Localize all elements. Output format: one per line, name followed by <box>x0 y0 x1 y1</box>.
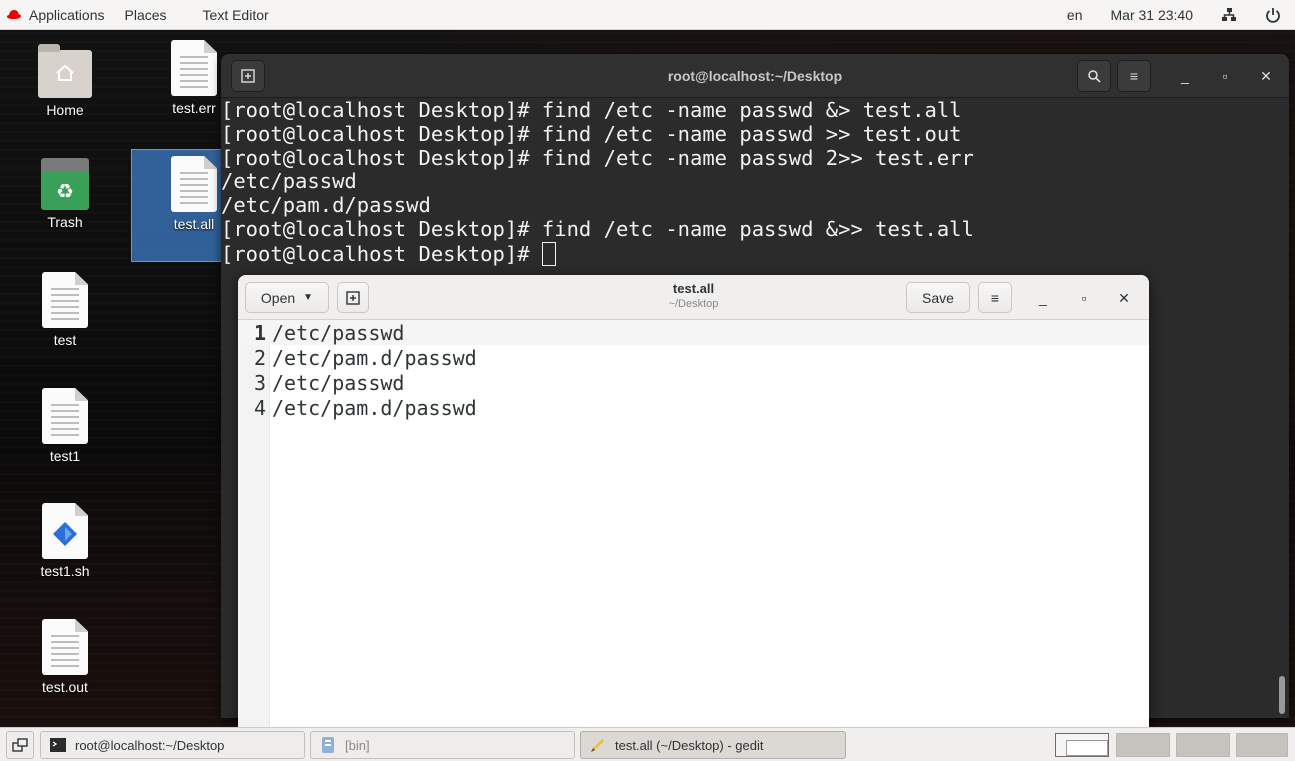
desktop-icon-test[interactable]: test <box>20 272 110 348</box>
desktop-icon-test1-sh[interactable]: test1.sh <box>20 503 110 579</box>
document-icon <box>42 272 88 328</box>
desktop-icon-label: Trash <box>47 214 83 230</box>
document-icon <box>42 388 88 444</box>
hamburger-icon: ≡ <box>990 289 1000 306</box>
file-manager-icon <box>322 737 334 753</box>
taskbar-item-label: test.all (~/Desktop) - gedit <box>615 737 764 753</box>
language-indicator[interactable]: en <box>1053 0 1097 30</box>
top-panel: Applications Places Text Editor en Mar 3… <box>0 0 1295 30</box>
editor-line[interactable]: 3 /etc/passwd <box>238 370 1149 395</box>
gedit-title-area: test.all ~/Desktop <box>238 281 1149 310</box>
trash-icon: ♻ <box>41 158 89 210</box>
power-icon[interactable] <box>1251 0 1295 30</box>
document-path: ~/Desktop <box>668 298 719 310</box>
active-app-menu[interactable]: Text Editor <box>177 0 279 30</box>
document-icon <box>42 619 88 675</box>
text-editor-icon <box>591 739 604 752</box>
line-text: /etc/pam.d/passwd <box>272 345 477 370</box>
terminal-line: [root@localhost Desktop]# find /etc -nam… <box>221 145 974 170</box>
line-number: 1 <box>253 320 266 345</box>
hamburger-icon: ≡ <box>1129 68 1139 84</box>
desktop-icon-label: test1.sh <box>40 563 90 579</box>
desktop-icon-label: test.out <box>42 679 88 695</box>
close-icon[interactable]: ✕ <box>1254 64 1278 88</box>
taskbar-item-label: [bin] <box>345 737 370 753</box>
scrollbar-thumb[interactable] <box>1279 676 1285 714</box>
clock[interactable]: Mar 31 23:40 <box>1097 0 1208 30</box>
document-title: test.all <box>672 281 715 296</box>
desktop-icon-label: Home <box>46 102 84 118</box>
workspace-2[interactable] <box>1116 733 1170 757</box>
desktop-icon-test-out[interactable]: test.out <box>20 619 110 695</box>
editor-line[interactable]: 2 /etc/pam.d/passwd <box>238 345 1149 370</box>
redhat-logo-icon <box>6 9 22 21</box>
search-icon <box>1088 70 1101 83</box>
gedit-window[interactable]: Open ▼ test.all ~/Desktop Save ≡ _ ▫ ✕ 1… <box>238 275 1149 727</box>
line-number: 2 <box>253 345 266 370</box>
workspace-4[interactable] <box>1236 733 1288 757</box>
maximize-icon[interactable]: ▫ <box>1213 64 1237 88</box>
terminal-line: [root@localhost Desktop]# find /etc -nam… <box>221 216 974 241</box>
desktop-icon-label: test1 <box>49 448 81 464</box>
show-desktop-button[interactable] <box>6 731 34 759</box>
terminal-search-button[interactable] <box>1077 60 1111 92</box>
places-menu[interactable]: Places <box>115 0 177 30</box>
taskbar-item-label: root@localhost:~/Desktop <box>75 737 225 753</box>
editor-line[interactable]: 4 /etc/pam.d/passwd <box>238 395 1149 420</box>
editor-line[interactable]: 1 /etc/passwd <box>238 320 1149 345</box>
line-text: /etc/passwd <box>272 320 405 345</box>
terminal-menu-button[interactable]: ≡ <box>1117 60 1151 92</box>
desktop-icon-home[interactable]: Home <box>20 44 110 118</box>
save-button[interactable]: Save <box>906 282 970 313</box>
terminal-cursor <box>541 241 556 266</box>
bottom-panel: root@localhost:~/Desktop [bin] test.all … <box>0 727 1295 761</box>
line-text: /etc/passwd <box>272 370 405 395</box>
desktop-icon-label: test <box>53 332 77 348</box>
terminal-icon <box>50 738 66 752</box>
document-icon <box>171 156 217 212</box>
terminal-scrollbar[interactable] <box>1275 98 1289 718</box>
minimize-icon[interactable]: _ <box>1173 64 1197 88</box>
close-icon[interactable]: ✕ <box>1112 286 1136 310</box>
applications-label: Applications <box>29 6 105 23</box>
terminal-line: [root@localhost Desktop]# find /etc -nam… <box>221 121 962 146</box>
taskbar-item-bin[interactable]: [bin] <box>310 731 575 759</box>
terminal-prompt-line: [root@localhost Desktop]# <box>221 241 1275 267</box>
line-number: 4 <box>253 395 266 420</box>
line-text: /etc/pam.d/passwd <box>272 395 477 420</box>
terminal-titlebar[interactable]: root@localhost:~/Desktop ≡ _ ▫ ✕ <box>221 54 1289 98</box>
workspace-3[interactable] <box>1176 733 1230 757</box>
desktop-icon-trash[interactable]: ♻ Trash <box>20 158 110 230</box>
maximize-icon[interactable]: ▫ <box>1072 286 1096 310</box>
show-desktop-icon <box>12 738 28 752</box>
terminal-prompt: [root@localhost Desktop]# <box>221 241 542 266</box>
terminal-line: /etc/passwd <box>221 169 357 194</box>
taskbar-item-gedit[interactable]: test.all (~/Desktop) - gedit <box>580 731 846 759</box>
minimize-icon[interactable]: _ <box>1031 286 1055 310</box>
home-folder-icon <box>38 44 92 98</box>
gedit-menu-button[interactable]: ≡ <box>978 282 1012 313</box>
document-icon <box>171 40 217 96</box>
gedit-headerbar[interactable]: Open ▼ test.all ~/Desktop Save ≡ _ ▫ ✕ <box>238 275 1149 320</box>
terminal-line: [root@localhost Desktop]# find /etc -nam… <box>221 98 962 122</box>
desktop-icon-test1[interactable]: test1 <box>20 388 110 464</box>
applications-menu[interactable]: Applications <box>0 0 115 30</box>
network-icon[interactable] <box>1207 0 1251 30</box>
taskbar-item-terminal[interactable]: root@localhost:~/Desktop <box>40 731 305 759</box>
workspace-1[interactable] <box>1055 733 1109 757</box>
text-editor-area[interactable]: 1 /etc/passwd 2 /etc/pam.d/passwd 3 /etc… <box>238 320 1149 727</box>
line-number: 3 <box>253 370 266 395</box>
terminal-line: /etc/pam.d/passwd <box>221 193 431 218</box>
script-icon <box>42 503 88 559</box>
